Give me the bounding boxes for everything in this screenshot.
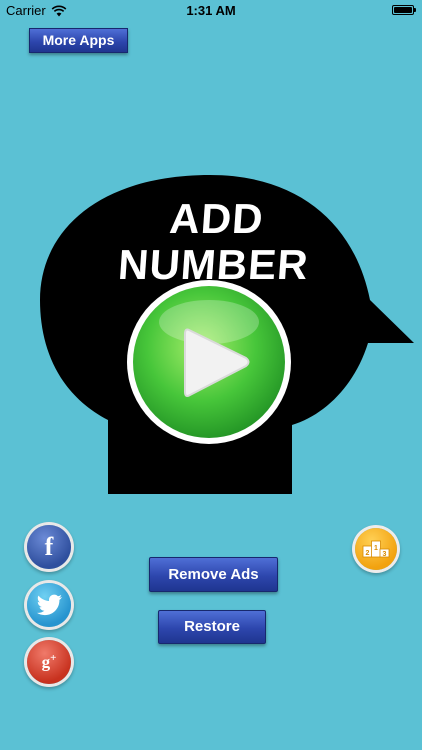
facebook-icon: f xyxy=(44,532,54,561)
podium-second: 2 xyxy=(366,550,370,557)
facebook-button[interactable]: f xyxy=(27,525,71,569)
google-plus-glyph: g xyxy=(41,652,51,672)
restore-button[interactable]: Restore xyxy=(158,610,266,644)
podium-icon: 2 1 3 xyxy=(362,540,390,558)
remove-ads-button[interactable]: Remove Ads xyxy=(149,557,278,592)
podium-third: 3 xyxy=(383,551,387,558)
play-button[interactable] xyxy=(125,278,293,446)
game-title: ADD NUMBER xyxy=(116,195,311,288)
leaderboard-button[interactable]: 2 1 3 xyxy=(355,528,397,570)
twitter-bird-icon xyxy=(36,594,62,616)
twitter-button[interactable] xyxy=(27,583,71,627)
google-plus-button[interactable]: g+ xyxy=(27,640,71,684)
google-plus-icon: g+ xyxy=(42,652,57,673)
google-plus-sup: + xyxy=(50,651,57,664)
podium-first: 1 xyxy=(374,545,378,552)
